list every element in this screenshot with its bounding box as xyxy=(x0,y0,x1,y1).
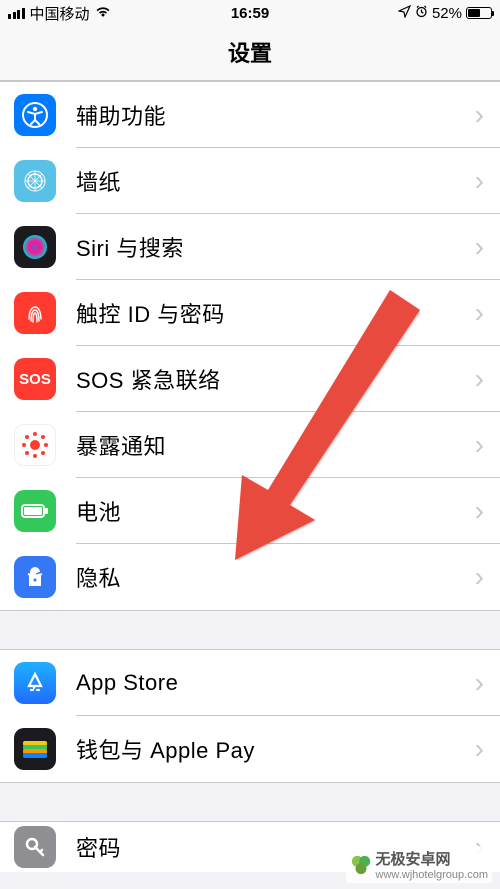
row-touchid-passcode[interactable]: 触控 ID 与密码 › xyxy=(0,280,500,346)
watermark-url: www.wjhotelgroup.com xyxy=(376,869,489,881)
row-battery[interactable]: 电池 › xyxy=(0,478,500,544)
row-wallpaper[interactable]: 墙纸 › xyxy=(0,148,500,214)
chevron-right-icon: › xyxy=(475,99,486,131)
watermark: 无极安卓网 www.wjhotelgroup.com xyxy=(346,846,493,883)
row-label: SOS 紧急联络 xyxy=(76,363,475,395)
chevron-right-icon: › xyxy=(475,495,486,527)
carrier-label: 中国移动 xyxy=(30,3,90,24)
touchid-icon xyxy=(14,292,56,334)
row-label: Siri 与搜索 xyxy=(76,231,475,263)
row-label: App Store xyxy=(76,670,475,696)
status-time: 16:59 xyxy=(231,5,269,22)
row-label: 暴露通知 xyxy=(76,429,475,461)
row-privacy[interactable]: 隐私 › xyxy=(0,544,500,610)
row-label: 辅助功能 xyxy=(76,99,475,131)
row-sos[interactable]: SOS SOS 紧急联络 › xyxy=(0,346,500,412)
location-icon xyxy=(398,5,411,22)
appstore-icon xyxy=(14,662,56,704)
status-bar: 中国移动 16:59 52% xyxy=(0,0,500,26)
chevron-right-icon: › xyxy=(475,429,486,461)
chevron-right-icon: › xyxy=(475,561,486,593)
passwords-icon xyxy=(14,826,56,868)
settings-group-1: 辅助功能 › 墙纸 › Siri 与搜索 › 触控 ID 与密码 › SOS S… xyxy=(0,81,500,611)
row-label: 隐私 xyxy=(76,561,475,593)
chevron-right-icon: › xyxy=(475,231,486,263)
wallpaper-icon xyxy=(14,160,56,202)
row-app-store[interactable]: App Store › xyxy=(0,650,500,716)
wifi-icon xyxy=(95,5,111,21)
wallet-icon xyxy=(14,728,56,770)
settings-group-2: App Store › 钱包与 Apple Pay › xyxy=(0,649,500,783)
row-exposure[interactable]: 暴露通知 › xyxy=(0,412,500,478)
battery-icon xyxy=(14,490,56,532)
battery-icon xyxy=(466,7,492,19)
watermark-title: 无极安卓网 xyxy=(376,851,451,868)
row-wallet[interactable]: 钱包与 Apple Pay › xyxy=(0,716,500,782)
row-label: 钱包与 Apple Pay xyxy=(76,733,475,765)
exposure-icon xyxy=(14,424,56,466)
page-title: 设置 xyxy=(0,36,500,68)
sos-icon: SOS xyxy=(14,358,56,400)
row-siri-search[interactable]: Siri 与搜索 › xyxy=(0,214,500,280)
siri-icon xyxy=(14,226,56,268)
privacy-icon xyxy=(14,556,56,598)
signal-icon xyxy=(8,8,25,19)
row-label: 电池 xyxy=(76,495,475,527)
battery-percent: 52% xyxy=(432,5,462,22)
row-label: 墙纸 xyxy=(76,165,475,197)
row-label: 触控 ID 与密码 xyxy=(76,297,475,329)
chevron-right-icon: › xyxy=(475,733,486,765)
watermark-logo-icon xyxy=(350,854,372,876)
chevron-right-icon: › xyxy=(475,363,486,395)
accessibility-icon xyxy=(14,94,56,136)
chevron-right-icon: › xyxy=(475,165,486,197)
chevron-right-icon: › xyxy=(475,297,486,329)
alarm-icon xyxy=(415,5,428,22)
row-accessibility[interactable]: 辅助功能 › xyxy=(0,82,500,148)
chevron-right-icon: › xyxy=(475,667,486,699)
nav-bar: 设置 xyxy=(0,26,500,81)
